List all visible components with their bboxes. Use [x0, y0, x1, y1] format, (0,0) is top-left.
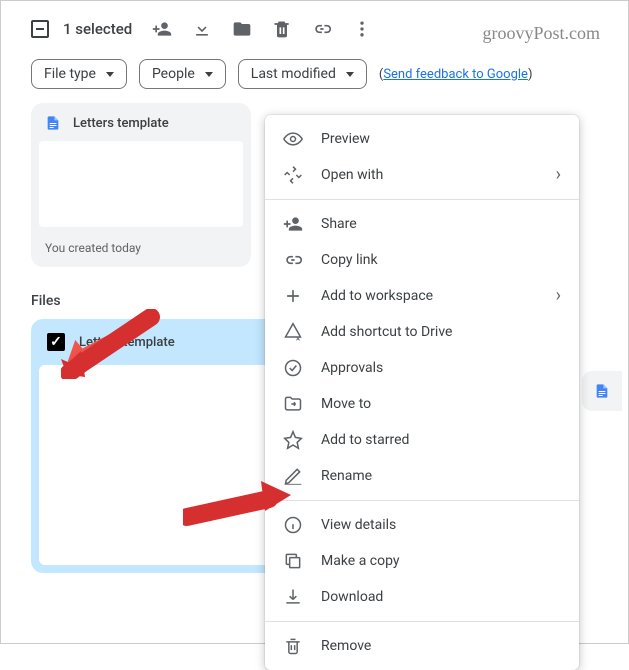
chevron-down-icon [205, 72, 213, 77]
watermark: groovyPost.com [482, 23, 600, 44]
link-icon[interactable] [312, 19, 332, 39]
menu-label: Add shortcut to Drive [321, 324, 452, 340]
adjacent-file-card[interactable] [582, 371, 622, 411]
menu-download[interactable]: Download [265, 579, 579, 615]
selection-indicator[interactable]: 1 selected [31, 20, 132, 38]
menu-label: Copy link [321, 252, 378, 268]
chip-label: People [152, 66, 195, 82]
eye-icon [283, 129, 303, 149]
card-thumbnail [39, 141, 243, 227]
copy-icon [283, 551, 303, 571]
open-with-icon [283, 165, 303, 185]
filter-row: File type People Last modified (Send fee… [1, 49, 628, 103]
move-folder-icon[interactable] [232, 19, 252, 39]
menu-label: Remove [321, 638, 371, 654]
menu-label: Add to starred [321, 432, 409, 448]
context-menu: Preview Open with › Share Copy link Add … [265, 115, 579, 670]
trash-icon [283, 636, 303, 656]
chevron-down-icon [346, 72, 354, 77]
menu-add-shortcut[interactable]: Add shortcut to Drive [265, 314, 579, 350]
menu-rename[interactable]: Rename [265, 458, 579, 494]
menu-divider [265, 199, 579, 200]
menu-label: Preview [321, 131, 370, 147]
annotation-arrow [183, 481, 293, 531]
menu-label: Share [321, 216, 357, 232]
plus-icon [283, 286, 303, 306]
suggested-card[interactable]: Letters template You created today [31, 103, 251, 267]
star-icon [283, 430, 303, 450]
toolbar-left: 1 selected [31, 19, 372, 39]
selection-checkbox-icon [31, 20, 49, 38]
menu-label: Add to workspace [321, 288, 433, 304]
menu-copy-link[interactable]: Copy link [265, 242, 579, 278]
menu-add-workspace[interactable]: Add to workspace › [265, 278, 579, 314]
approvals-icon [283, 358, 303, 378]
menu-label: Approvals [321, 360, 383, 376]
download-icon[interactable] [192, 19, 212, 39]
menu-label: Download [321, 589, 383, 605]
menu-label: Rename [321, 468, 372, 484]
share-person-icon[interactable] [152, 19, 172, 39]
menu-preview[interactable]: Preview [265, 121, 579, 157]
filter-chip-lastmodified[interactable]: Last modified [238, 59, 367, 89]
filter-chip-filetype[interactable]: File type [31, 59, 127, 89]
card-footer: You created today [31, 227, 251, 267]
feedback-text: (Send feedback to Google) [379, 67, 533, 82]
menu-move-to[interactable]: Move to [265, 386, 579, 422]
menu-view-details[interactable]: View details [265, 507, 579, 543]
menu-label: Open with [321, 167, 383, 183]
chip-label: File type [44, 66, 96, 82]
chevron-right-icon: › [556, 166, 561, 184]
share-person-icon [283, 214, 303, 234]
menu-label: Make a copy [321, 553, 400, 569]
drive-shortcut-icon [283, 322, 303, 342]
menu-label: View details [321, 517, 396, 533]
download-icon [283, 587, 303, 607]
chevron-right-icon: › [556, 287, 561, 305]
link-icon [283, 250, 303, 270]
feedback-link[interactable]: Send feedback to Google [383, 67, 528, 82]
google-docs-icon [594, 381, 610, 401]
menu-label: Move to [321, 396, 371, 412]
menu-make-copy[interactable]: Make a copy [265, 543, 579, 579]
menu-divider [265, 621, 579, 622]
menu-share[interactable]: Share [265, 206, 579, 242]
menu-remove[interactable]: Remove [265, 628, 579, 664]
google-docs-icon [45, 113, 61, 133]
annotation-arrow [61, 309, 161, 379]
card-header: Letters template [31, 103, 251, 141]
menu-approvals[interactable]: Approvals [265, 350, 579, 386]
card-title: Letters template [73, 116, 169, 131]
selection-count: 1 selected [63, 20, 132, 38]
menu-divider [265, 500, 579, 501]
chevron-down-icon [106, 72, 114, 77]
filter-chip-people[interactable]: People [139, 59, 226, 89]
chip-label: Last modified [251, 66, 336, 82]
overflow-icon[interactable] [352, 19, 372, 39]
menu-add-starred[interactable]: Add to starred [265, 422, 579, 458]
menu-open-with[interactable]: Open with › [265, 157, 579, 193]
trash-icon[interactable] [272, 19, 292, 39]
move-folder-icon [283, 394, 303, 414]
